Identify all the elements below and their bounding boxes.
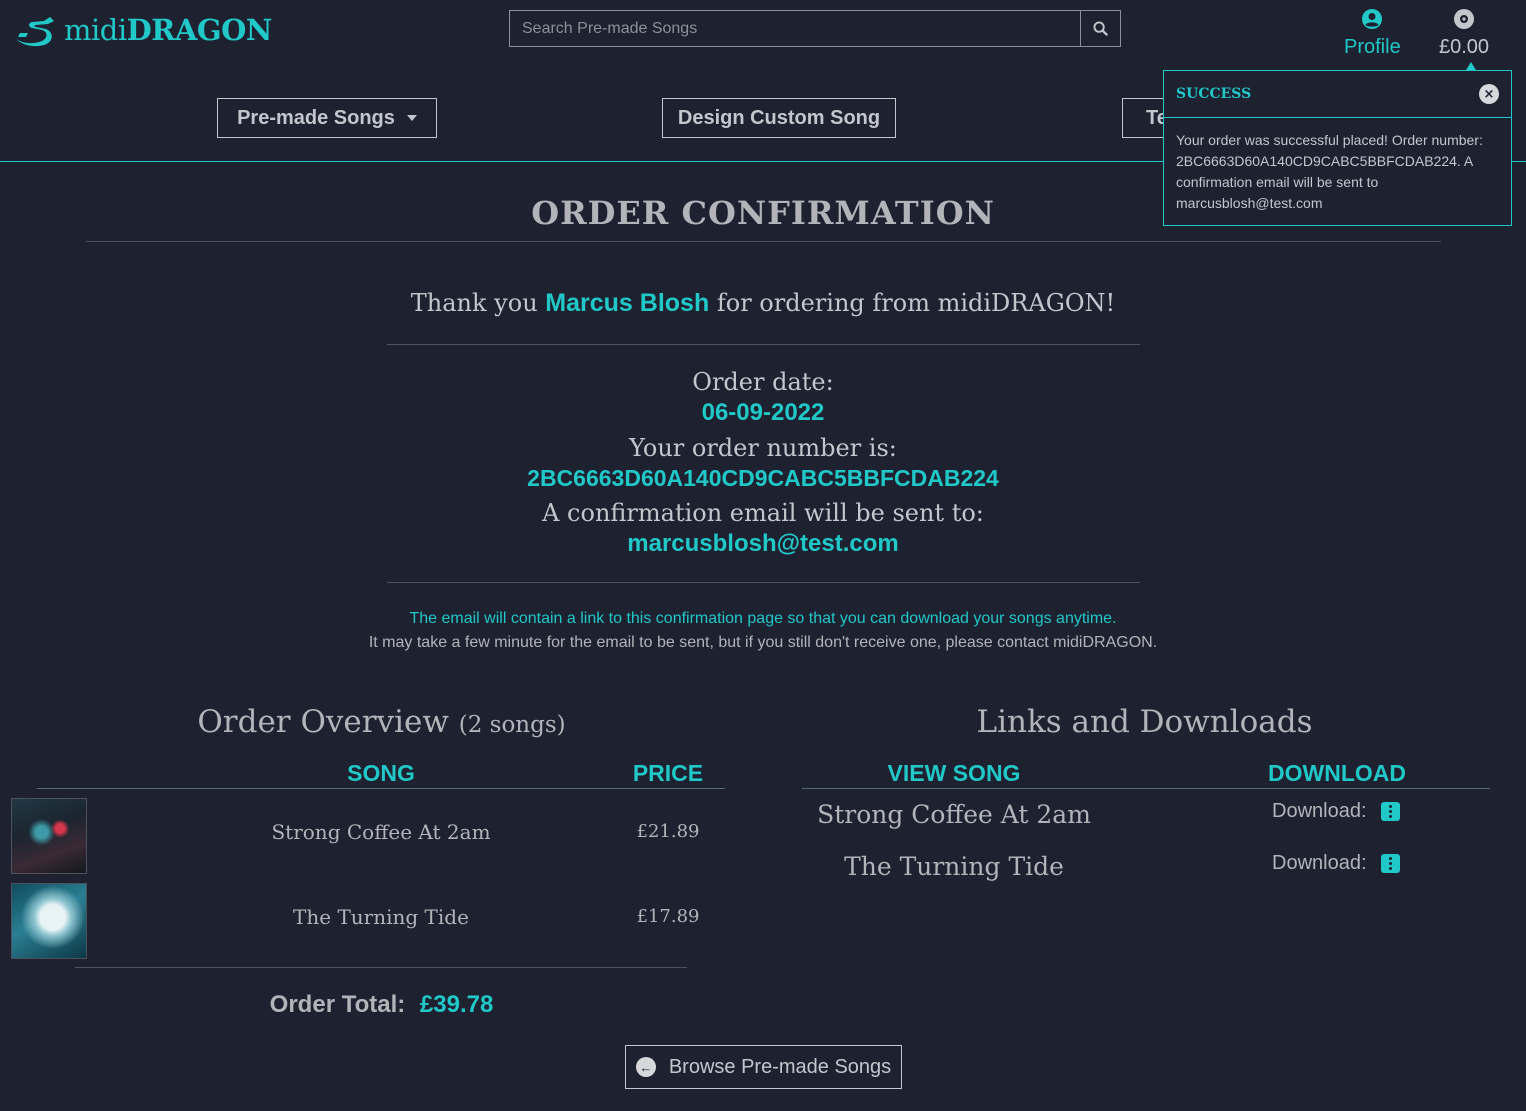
thanks-divider — [387, 344, 1140, 345]
profile-link[interactable]: Profile — [1344, 8, 1401, 59]
order-date: 06-09-2022 — [701, 399, 825, 426]
caret-down-icon — [406, 115, 417, 121]
search-button[interactable] — [1080, 10, 1121, 47]
links-header-divider — [802, 788, 1490, 789]
design-custom-song-label: Design Custom Song — [677, 106, 881, 129]
premade-songs-label: Pre-made Songs — [237, 106, 395, 129]
order-total-value: £39.78 — [419, 991, 494, 1018]
toast-title: SUCCESS — [1176, 86, 1252, 102]
order-total-label: Order Total: — [269, 991, 406, 1018]
view-song-link[interactable]: Strong Coffee At 2am — [814, 800, 1094, 829]
search-icon — [1093, 21, 1108, 36]
logo-text: midiDRAGON — [64, 13, 272, 47]
confirmation-email: marcusblosh@test.com — [627, 530, 899, 557]
order-overview-heading: Order Overview (2 songs) — [0, 704, 763, 740]
record-disc-icon — [1454, 9, 1475, 29]
thanks-suffix: for ordering from midiDRAGON! — [716, 289, 1116, 317]
col-view-song: VIEW SONG — [887, 760, 1021, 786]
col-download: DOWNLOAD — [1268, 760, 1406, 786]
toast-header: SUCCESS × — [1164, 71, 1511, 118]
download-row: Download: — [1272, 800, 1400, 823]
download-label: Download: — [1272, 800, 1367, 822]
song-count: (2 songs) — [458, 712, 566, 738]
download-row: Download: — [1272, 852, 1400, 875]
details-divider — [387, 582, 1140, 583]
col-song: SONG — [347, 760, 415, 786]
col-price: PRICE — [632, 760, 704, 786]
thanks-prefix: Thank you — [410, 289, 538, 317]
profile-label: Profile — [1344, 36, 1401, 58]
search-input[interactable] — [509, 10, 1080, 47]
search-bar — [509, 10, 1121, 47]
order-overview-title: Order Overview — [197, 704, 449, 740]
title-divider — [86, 241, 1441, 242]
order-date-label: Order date: — [692, 368, 834, 396]
customer-name: Marcus Blosh — [545, 289, 710, 317]
view-song-link[interactable]: The Turning Tide — [814, 852, 1094, 881]
order-item-price: £17.89 — [636, 906, 700, 927]
toast-arrow — [1466, 62, 1476, 70]
email-label: A confirmation email will be sent to: — [542, 499, 984, 527]
song-artwork[interactable] — [11, 798, 87, 874]
email-delay-note: It may take a few minute for the email t… — [368, 634, 1158, 651]
site-logo[interactable]: midiDRAGON — [14, 10, 272, 50]
download-menu-icon[interactable] — [1380, 802, 1400, 821]
close-icon[interactable]: × — [1479, 84, 1499, 104]
overview-header-divider — [37, 788, 725, 789]
order-item-name: The Turning Tide — [293, 905, 469, 929]
design-custom-song-button[interactable]: Design Custom Song — [662, 98, 896, 138]
basket-link[interactable]: £0.00 — [1439, 8, 1489, 59]
page-title: ORDER CONFIRMATION — [531, 194, 995, 232]
order-number-label: Your order number is: — [629, 434, 897, 462]
basket-amount: £0.00 — [1439, 36, 1490, 58]
links-heading: Links and Downloads — [976, 704, 1313, 740]
order-item-name: Strong Coffee At 2am — [271, 820, 491, 844]
download-label: Download: — [1272, 852, 1367, 874]
download-menu-icon[interactable] — [1380, 854, 1400, 873]
song-artwork[interactable] — [11, 883, 87, 959]
order-item-price: £21.89 — [636, 821, 700, 842]
dragon-logo-icon — [16, 17, 54, 47]
overview-total-divider — [75, 967, 687, 968]
browse-label: Browse Pre-made Songs — [668, 1055, 892, 1078]
order-total: Order Total: £39.78 — [0, 991, 763, 1019]
browse-premade-songs-button[interactable]: ← Browse Pre-made Songs — [625, 1045, 902, 1089]
arrow-left-icon: ← — [635, 1057, 656, 1077]
premade-songs-dropdown[interactable]: Pre-made Songs — [217, 98, 437, 138]
email-note: The email will contain a link to this co… — [409, 610, 1117, 627]
user-circle-icon — [1362, 9, 1383, 29]
order-number: 2BC6663D60A140CD9CABC5BBFCDAB224 — [527, 465, 999, 491]
thank-you-message: Thank you Marcus Blosh for ordering from… — [0, 289, 1526, 318]
